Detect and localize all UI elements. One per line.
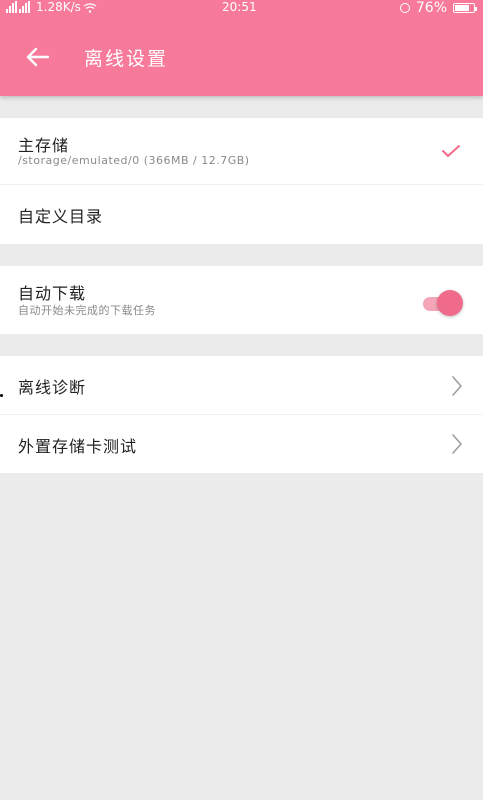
- sdcard-test-row[interactable]: 外置存储卡测试: [0, 415, 483, 473]
- signal-icon-2: [19, 1, 30, 13]
- page-title: 离线设置: [84, 48, 169, 70]
- edge-dot: [0, 394, 3, 397]
- auto-download-desc: 自动开始未完成的下载任务: [18, 304, 156, 317]
- clock: 20:51: [222, 0, 257, 14]
- sdcard-test-label: 外置存储卡测试: [18, 437, 138, 456]
- offline-diagnose-label: 离线诊断: [18, 378, 87, 397]
- battery-percent: 76%: [415, 0, 447, 16]
- storage-section: 主存储 /storage/emulated/0 (366MB / 12.7GB)…: [0, 118, 483, 244]
- status-left: 1.28K/s: [6, 0, 97, 14]
- auto-download-row[interactable]: 自动下载 自动开始未完成的下载任务: [0, 266, 483, 334]
- app-bar: 1.28K/s 20:51 76% 离线设置: [0, 0, 483, 96]
- wifi-icon: [83, 2, 97, 13]
- back-button[interactable]: [22, 41, 54, 73]
- toggle-knob: [437, 290, 463, 316]
- alarm-icon: [399, 3, 410, 13]
- custom-directory-row[interactable]: 自定义目录: [0, 185, 483, 244]
- signal-icon: [6, 1, 17, 13]
- offline-diagnose-row[interactable]: 离线诊断: [0, 356, 483, 415]
- status-bar: 1.28K/s 20:51 76%: [0, 0, 483, 18]
- check-icon: [442, 145, 460, 157]
- main-storage-row[interactable]: 主存储 /storage/emulated/0 (366MB / 12.7GB): [0, 118, 483, 185]
- auto-download-label: 自动下载: [18, 284, 87, 303]
- battery-icon: [453, 3, 477, 13]
- custom-directory-label: 自定义目录: [18, 207, 104, 226]
- main-storage-label: 主存储: [18, 136, 70, 155]
- network-speed: 1.28K/s: [36, 0, 81, 14]
- arrow-left-icon: [26, 47, 50, 67]
- main-storage-path: /storage/emulated/0 (366MB / 12.7GB): [18, 154, 250, 167]
- battery-fill: [455, 5, 469, 11]
- download-section: 自动下载 自动开始未完成的下载任务: [0, 266, 483, 334]
- tools-section: 离线诊断 外置存储卡测试: [0, 356, 483, 473]
- chevron-right-icon: [452, 434, 462, 454]
- auto-download-toggle[interactable]: [419, 288, 463, 316]
- chevron-right-icon: [452, 376, 462, 396]
- status-right: 76%: [399, 0, 477, 16]
